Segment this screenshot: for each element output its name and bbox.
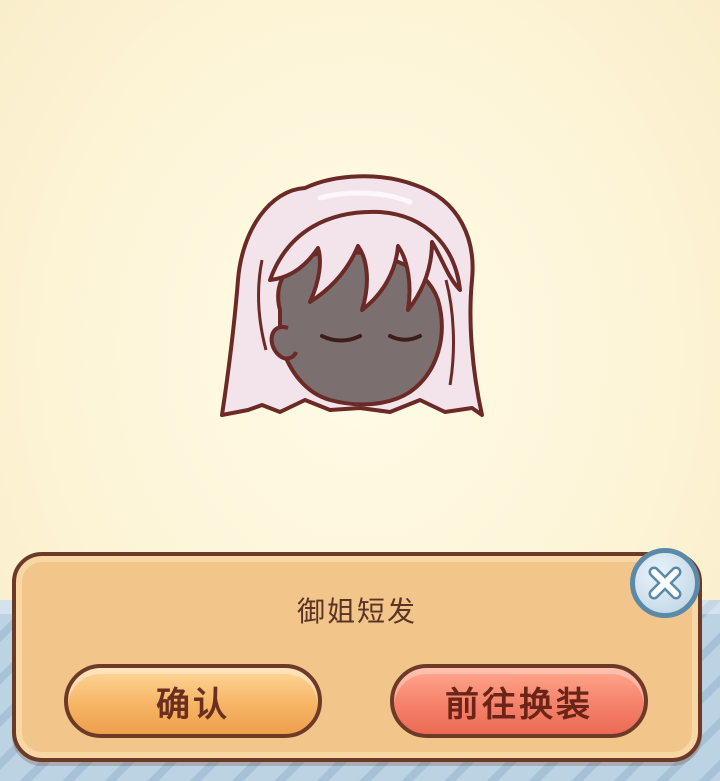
close-button[interactable]	[630, 548, 700, 618]
hair-preview	[210, 160, 500, 440]
goto-dressup-button[interactable]: 前往换装	[390, 664, 648, 738]
item-name: 御姐短发	[296, 595, 417, 628]
item-dialog: 御姐短发 确认 前往换装	[12, 552, 702, 762]
close-icon	[648, 566, 682, 600]
short-hair-icon	[220, 174, 484, 417]
confirm-button[interactable]: 确认	[64, 664, 322, 738]
